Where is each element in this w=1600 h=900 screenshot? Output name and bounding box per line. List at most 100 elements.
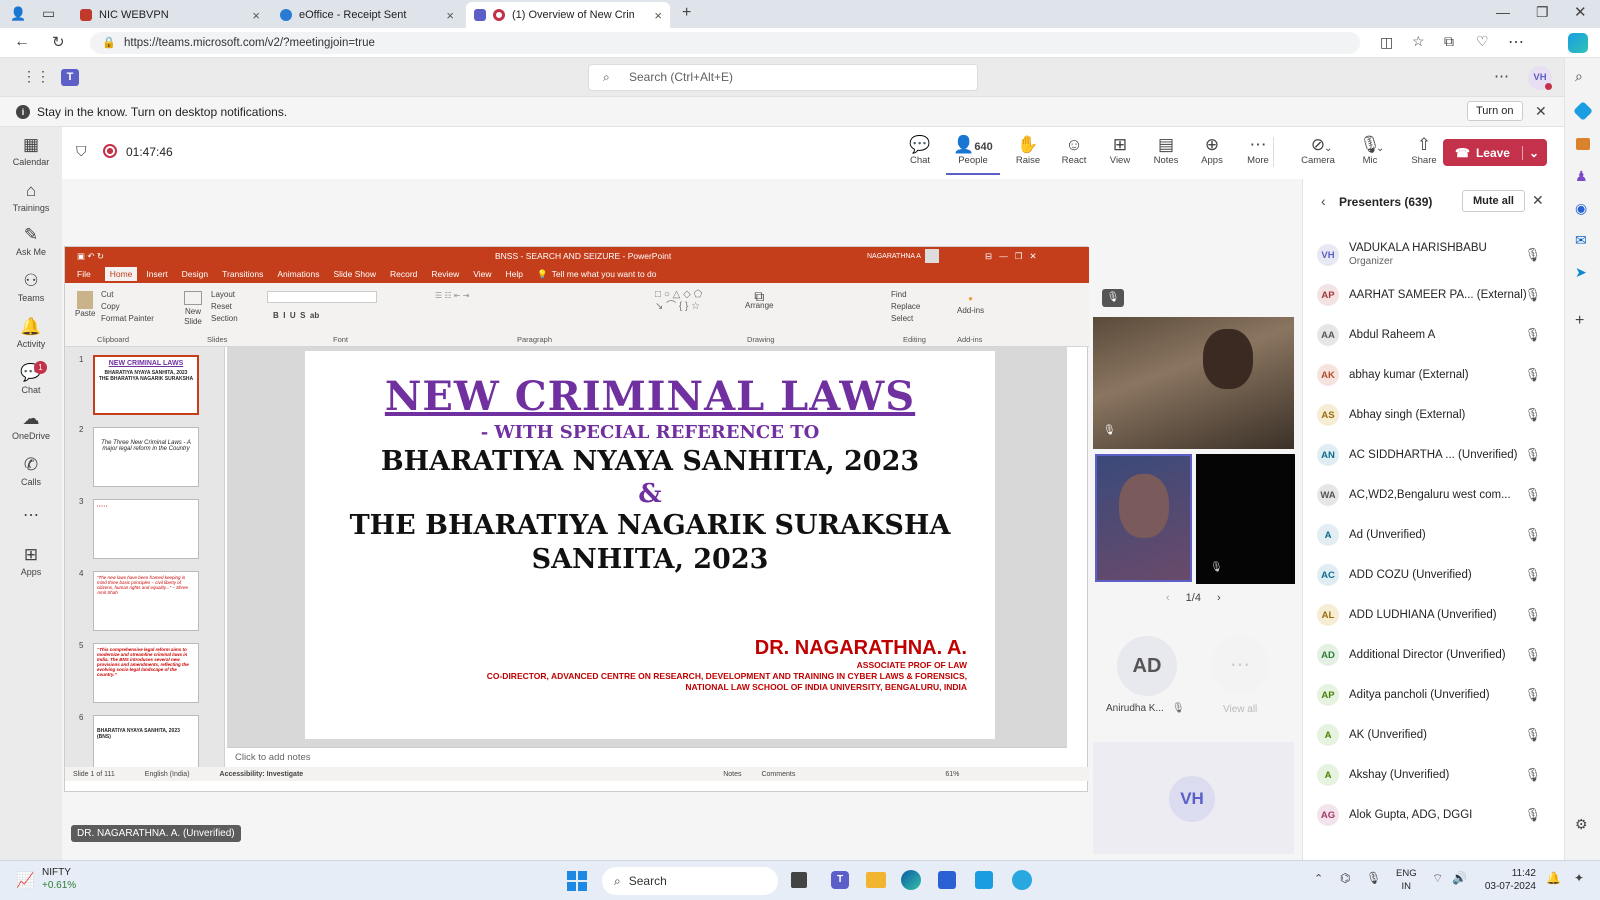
search-input[interactable]: ⌕ Search (Ctrl+Alt+E) xyxy=(588,64,978,91)
rail-item-calendar[interactable]: ▦ Calendar xyxy=(0,135,62,167)
language-indicator[interactable]: ENG IN xyxy=(1396,867,1417,893)
mic-off-icon[interactable]: 🎙 xyxy=(1524,527,1541,543)
view-button[interactable]: ⊞ View xyxy=(1098,135,1142,166)
tools-icon[interactable] xyxy=(1576,138,1590,150)
browser-tab-nic[interactable]: NIC WEBVPN × xyxy=(72,2,268,28)
volume-icon[interactable]: 🔊 xyxy=(1452,871,1467,885)
participant-row[interactable]: AL ADD LUDHIANA (Unverified) 🎙 xyxy=(1317,595,1557,635)
view-all-button[interactable]: ⋯ xyxy=(1211,636,1269,694)
participant-row[interactable]: A Akshay (Unverified) 🎙 xyxy=(1317,755,1557,795)
help-app-icon[interactable] xyxy=(1012,870,1032,890)
participant-row[interactable]: AG Alok Gupta, ADG, DGGI 🎙 xyxy=(1317,795,1557,835)
participant-row[interactable]: AS Abhay singh (External) 🎙 xyxy=(1317,395,1557,435)
tab-actions-icon[interactable]: ▭ xyxy=(42,5,55,22)
mic-icon[interactable]: 🎙 xyxy=(1366,871,1381,885)
video-tile-presenter[interactable] xyxy=(1095,454,1192,582)
mic-off-icon[interactable]: 🎙 xyxy=(1524,487,1541,503)
games-icon[interactable]: ♟ xyxy=(1575,168,1588,185)
browser-tab-teams[interactable]: (1) Overview of New Crimin × xyxy=(466,2,670,28)
mic-off-icon[interactable]: 🎙 xyxy=(1524,407,1541,423)
chevron-up-icon[interactable]: ⌃ xyxy=(1314,872,1323,885)
settings-icon[interactable]: ⚙ xyxy=(1575,816,1588,833)
participant-row[interactable]: WA AC,WD2,Bengaluru west com... 🎙 xyxy=(1317,475,1557,515)
raise-hand-button[interactable]: ✋ Raise xyxy=(1006,135,1050,166)
minimize-icon[interactable]: — xyxy=(1496,4,1510,20)
mic-off-icon[interactable]: 🎙 xyxy=(1524,607,1541,623)
user-avatar[interactable]: VH xyxy=(1528,66,1552,90)
participant-row[interactable]: AA Abdul Raheem A 🎙 xyxy=(1317,315,1557,355)
task-view-icon[interactable] xyxy=(791,872,807,888)
close-icon[interactable]: ✕ xyxy=(1532,192,1544,209)
participant-row[interactable]: AP AARHAT SAMEER PA... (External) 🎙 xyxy=(1317,275,1557,315)
mic-off-icon[interactable]: 🎙 xyxy=(1524,807,1541,823)
taskbar-search[interactable]: ⌕ Search xyxy=(602,867,778,895)
rail-item-apps[interactable]: ⊞ Apps xyxy=(0,545,62,577)
video-tile-main[interactable]: 🎙 xyxy=(1093,317,1294,449)
split-screen-icon[interactable]: ◫ xyxy=(1380,34,1393,51)
participant-row[interactable]: AC ADD COZU (Unverified) 🎙 xyxy=(1317,555,1557,595)
microsoft365-icon[interactable]: ◉ xyxy=(1575,200,1587,217)
chevron-left-icon[interactable]: ‹ xyxy=(1166,592,1170,604)
mic-off-icon[interactable]: 🎙 xyxy=(1524,287,1541,303)
back-icon[interactable]: ← xyxy=(14,33,30,51)
shield-icon[interactable]: ⛉ xyxy=(76,143,87,160)
leave-button[interactable]: ☎ Leave ⌄ xyxy=(1443,139,1547,166)
collections-icon[interactable]: ⧉ xyxy=(1444,33,1454,50)
file-explorer-icon[interactable] xyxy=(866,872,886,888)
react-button[interactable]: ☺ React xyxy=(1052,135,1096,166)
video-tile-dark[interactable]: 🎙 xyxy=(1196,454,1295,584)
chevron-down-icon[interactable]: ⌄ xyxy=(1324,143,1332,154)
participant-row[interactable]: VH VADUKALA HARISHBABU Organizer 🎙 xyxy=(1317,235,1557,275)
rail-item-activity[interactable]: 🔔 Activity xyxy=(0,317,62,349)
turn-on-button[interactable]: Turn on xyxy=(1467,101,1523,121)
participant-row[interactable]: A Ad (Unverified) 🎙 xyxy=(1317,515,1557,555)
mic-off-icon[interactable]: 🎙 xyxy=(1524,727,1541,743)
stocks-icon[interactable]: 📈 xyxy=(16,871,35,889)
new-tab-icon[interactable]: + xyxy=(682,4,691,22)
participant-row[interactable]: AN AC SIDDHARTHA ... (Unverified) 🎙 xyxy=(1317,435,1557,475)
mic-button[interactable]: 🎙 Mic xyxy=(1348,135,1392,166)
browser-essentials-icon[interactable]: ♡ xyxy=(1476,33,1489,50)
chevron-left-icon[interactable]: ‹ xyxy=(1321,193,1326,209)
app-icon[interactable] xyxy=(975,871,993,889)
search-icon[interactable]: ⌕ xyxy=(1575,68,1583,85)
wifi-icon[interactable]: ⌔ xyxy=(1432,871,1443,886)
mic-off-icon[interactable]: 🎙 xyxy=(1524,647,1541,663)
mic-off-icon[interactable]: 🎙 xyxy=(1524,327,1541,343)
profile-icon[interactable]: 👤 xyxy=(10,6,26,22)
chevron-down-icon[interactable]: ⌄ xyxy=(1376,143,1384,154)
mic-off-icon[interactable]: 🎙 xyxy=(1524,367,1541,383)
outlook-icon[interactable]: ✉ xyxy=(1575,232,1587,249)
rail-more-button[interactable]: ⋯ xyxy=(0,505,62,525)
shopping-icon[interactable] xyxy=(1573,101,1593,121)
mic-off-icon[interactable]: 🎙 xyxy=(1524,247,1541,263)
mic-off-icon[interactable]: 🎙 xyxy=(1524,567,1541,583)
stocks-widget[interactable]: NIFTY +0.61% xyxy=(42,866,76,892)
more-options-icon[interactable]: ⋯ xyxy=(1508,32,1524,52)
network-icon[interactable]: ⌬ xyxy=(1340,871,1350,885)
edge-icon[interactable] xyxy=(901,870,921,890)
url-field[interactable]: 🔒 https://teams.microsoft.com/v2/?meetin… xyxy=(90,32,1360,54)
participant-row[interactable]: A AK (Unverified) 🎙 xyxy=(1317,715,1557,755)
close-window-icon[interactable]: ✕ xyxy=(1574,3,1587,21)
settings-more-icon[interactable]: ⋯ xyxy=(1494,67,1509,85)
rail-item-teams[interactable]: ⚇ Teams xyxy=(0,271,62,303)
chevron-right-icon[interactable]: › xyxy=(1217,592,1221,604)
browser-tab-eoffice[interactable]: eOffice - Receipt Sent × xyxy=(272,2,462,28)
participant-row[interactable]: AK abhay kumar (External) 🎙 xyxy=(1317,355,1557,395)
close-icon[interactable]: × xyxy=(252,8,260,23)
send-icon[interactable]: ➤ xyxy=(1575,264,1587,281)
notification-bell-icon[interactable]: 🔔 xyxy=(1546,871,1561,885)
start-icon[interactable] xyxy=(567,871,587,891)
video-tile-self[interactable]: VH xyxy=(1093,742,1294,854)
rail-item-onedrive[interactable]: ☁ OneDrive xyxy=(0,409,62,441)
clock[interactable]: 11:42 03-07-2024 xyxy=(1482,867,1536,893)
mic-off-icon[interactable]: 🎙 xyxy=(1524,447,1541,463)
rail-item-chat[interactable]: 💬 Chat 1 xyxy=(0,361,62,395)
store-icon[interactable] xyxy=(938,871,956,889)
chevron-down-icon[interactable]: ⌄ xyxy=(1521,145,1539,160)
teams-app-icon[interactable]: T xyxy=(831,871,849,889)
mic-off-icon[interactable]: 🎙 xyxy=(1524,767,1541,783)
notes-button[interactable]: ▤ Notes xyxy=(1144,135,1188,166)
rail-item-trainings[interactable]: ⌂ Trainings xyxy=(0,181,62,213)
